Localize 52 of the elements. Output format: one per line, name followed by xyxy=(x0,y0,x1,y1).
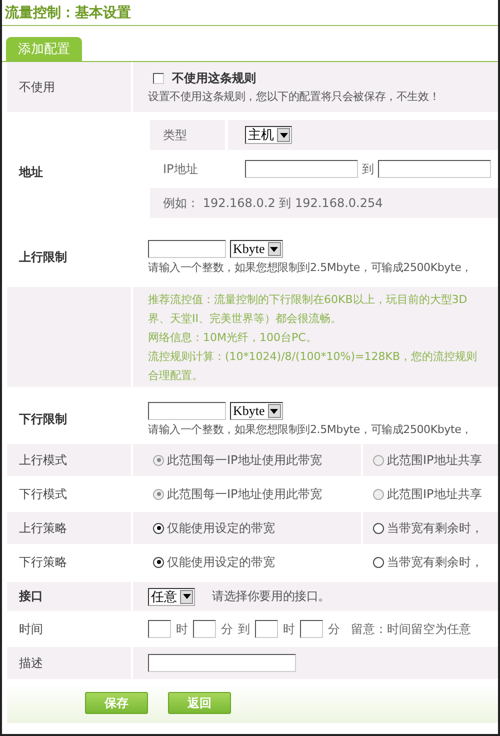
unit-select[interactable]: Kbyte xyxy=(230,402,283,420)
type-select[interactable]: 主机 xyxy=(245,126,292,144)
to-label: 到 xyxy=(362,160,374,178)
radio-option[interactable]: 仅能使用设定的带宽 xyxy=(153,554,275,570)
limit-field[interactable] xyxy=(148,240,226,258)
time-unit: 分 xyxy=(221,620,233,638)
info-text: 流控规则计算：(10*1024)/8/(100*10%)=128KB，您的流控规则 xyxy=(148,348,477,364)
time-unit: 到 xyxy=(238,620,250,638)
hint-text: 请输入一个整数，如果您想限制到2.5Mbyte，可输成2500Kbyte， xyxy=(148,422,472,437)
caret-icon xyxy=(277,128,290,142)
row-label: 描述 xyxy=(7,647,131,679)
field-label: IP地址 xyxy=(162,160,199,178)
info-text: 网络信息：10M光纤，100台PC。 xyxy=(148,330,317,344)
hint-text: 请输入一个整数，如果您想限制到2.5Mbyte，可输成2500Kbyte， xyxy=(148,260,472,275)
time-field[interactable] xyxy=(193,620,216,638)
time-field[interactable] xyxy=(255,620,278,638)
checkbox-label: 不使用这条规则 xyxy=(172,70,256,87)
note-text: 设置不使用这条规则，您以下的配置将只会被保存，不生效！ xyxy=(148,89,440,104)
time-field[interactable] xyxy=(148,620,171,638)
info-text: 推荐流控值：流量控制的下行限制在60KB以上，玩目前的大型3D xyxy=(148,292,468,306)
caret-icon xyxy=(180,590,193,604)
row-label: 下行策略 xyxy=(18,554,68,570)
checkbox[interactable] xyxy=(153,73,164,84)
ip-start-field[interactable] xyxy=(245,160,358,178)
time-field[interactable] xyxy=(300,620,323,638)
note-text: 留意：时间留空为任意 xyxy=(351,620,471,638)
row-label: 上行策略 xyxy=(7,512,131,544)
info-text: 界、天堂II、完美世界等）都会很流畅。 xyxy=(148,310,342,326)
row-label: 下行模式 xyxy=(18,486,68,502)
hint-text: 请选择你要用的接口。 xyxy=(212,588,330,605)
limit-field[interactable] xyxy=(148,402,226,420)
info-text: 合理配置。 xyxy=(148,368,203,382)
description-field[interactable] xyxy=(148,654,296,672)
page-title: 流量控制：基本设置 xyxy=(5,4,131,22)
ip-end-field[interactable] xyxy=(378,160,491,178)
interface-select[interactable]: 任意 xyxy=(148,588,195,606)
field-label: 类型 xyxy=(150,120,228,150)
row-label: 上行模式 xyxy=(7,444,131,476)
row-label: 时间 xyxy=(18,620,44,638)
time-unit: 时 xyxy=(176,620,188,638)
example-text: 例如： 192.168.0.2 到 192.168.0.254 xyxy=(163,194,383,212)
caret-icon xyxy=(268,242,281,256)
radio-option[interactable]: 当带宽有剩余时， xyxy=(373,554,483,570)
row-label: 接口 xyxy=(7,582,131,611)
time-unit: 分 xyxy=(328,620,340,638)
row-label: 不使用 xyxy=(7,62,131,112)
caret-icon xyxy=(268,404,281,418)
row-label: 上行限制 xyxy=(18,249,68,266)
unit-select[interactable]: Kbyte xyxy=(230,240,283,258)
row-label: 地址 xyxy=(18,164,44,181)
time-unit: 时 xyxy=(283,620,295,638)
row-label: 下行限制 xyxy=(18,411,68,428)
